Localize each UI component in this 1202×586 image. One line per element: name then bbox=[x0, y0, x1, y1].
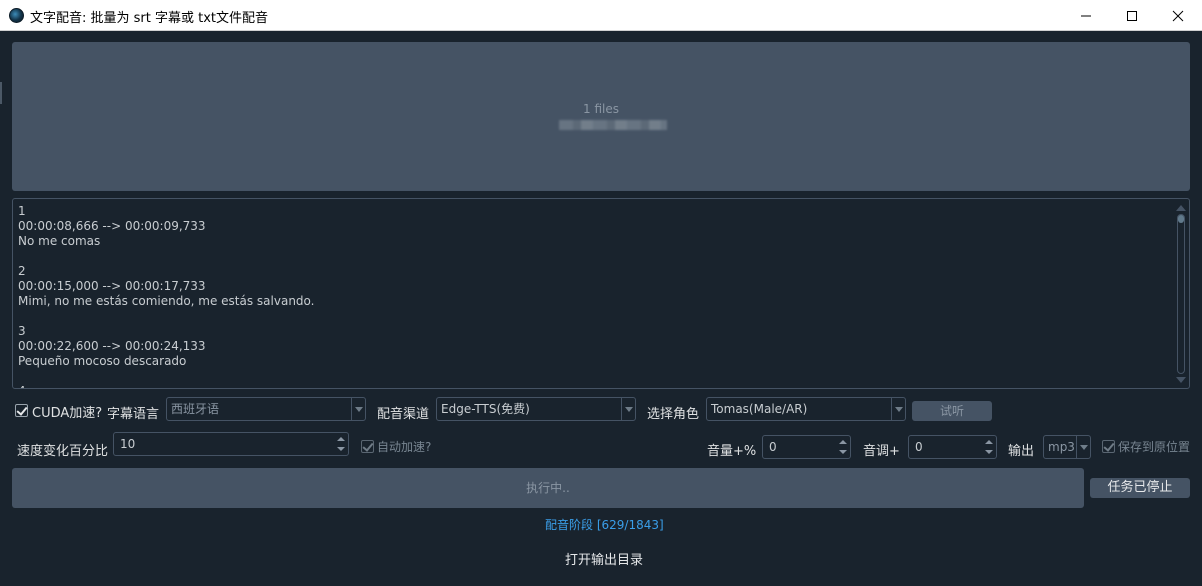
scroll-up-icon[interactable] bbox=[1176, 205, 1186, 211]
blurred-file-name bbox=[559, 120, 667, 130]
chevron-down-icon bbox=[1076, 436, 1090, 458]
cuda-checkbox[interactable] bbox=[15, 404, 28, 417]
chevron-down-icon bbox=[621, 398, 635, 420]
volume-label: 音量+% bbox=[707, 444, 757, 459]
scroll-thumb[interactable] bbox=[1178, 215, 1184, 223]
side-handle bbox=[0, 82, 2, 104]
voice-role-label: 选择角色 bbox=[647, 407, 700, 422]
auto-speed-label: 自动加速? bbox=[377, 440, 432, 454]
dubbing-channel-select[interactable]: Edge-TTS(免费) bbox=[436, 397, 636, 421]
volume-input[interactable]: 0 bbox=[762, 435, 851, 459]
cuda-label: CUDA加速? bbox=[32, 406, 103, 421]
subtitle-text: 1 00:00:08,666 --> 00:00:09,733 No me co… bbox=[18, 204, 315, 388]
auto-speed-checkbox[interactable] bbox=[361, 440, 374, 453]
subtitle-language-label: 字幕语言 bbox=[107, 407, 160, 422]
speed-percent-label: 速度变化百分比 bbox=[17, 444, 109, 459]
progress-status: 配音阶段 [629/1843] bbox=[545, 518, 664, 532]
speed-percent-input[interactable]: 10 bbox=[113, 432, 349, 456]
preview-button[interactable]: 试听 bbox=[912, 401, 992, 421]
stop-task-button[interactable]: 任务已停止 bbox=[1090, 478, 1190, 498]
subtitle-text-area[interactable]: 1 00:00:08,666 --> 00:00:09,733 No me co… bbox=[12, 198, 1190, 389]
chevron-down-icon bbox=[891, 398, 905, 420]
app-logo-icon bbox=[9, 8, 24, 23]
close-icon bbox=[1172, 10, 1184, 21]
vertical-scrollbar[interactable] bbox=[1175, 202, 1187, 386]
close-button[interactable] bbox=[1155, 0, 1201, 31]
minimize-button[interactable] bbox=[1063, 0, 1109, 31]
run-button[interactable]: 执行中.. bbox=[12, 468, 1084, 508]
save-original-label: 保存到原位置 bbox=[1118, 440, 1191, 454]
dubbing-channel-label: 配音渠道 bbox=[377, 407, 430, 422]
file-drop-zone[interactable]: 1 files bbox=[12, 42, 1190, 191]
voice-role-select[interactable]: Tomas(Male/AR) bbox=[706, 397, 906, 421]
volume-value: 0 bbox=[769, 440, 777, 454]
save-original-checkbox[interactable] bbox=[1102, 440, 1115, 453]
output-format-select[interactable]: mp3 bbox=[1043, 435, 1091, 459]
scroll-down-icon[interactable] bbox=[1176, 377, 1186, 383]
scroll-track[interactable] bbox=[1177, 214, 1185, 374]
chevron-down-icon bbox=[351, 398, 365, 420]
minimize-icon bbox=[1081, 15, 1091, 16]
maximize-button[interactable] bbox=[1109, 0, 1155, 31]
maximize-icon bbox=[1127, 10, 1137, 21]
stepper-arrows-icon[interactable] bbox=[838, 438, 848, 456]
title-bar: 文字配音: 批量为 srt 字幕或 txt文件配音 bbox=[0, 0, 1202, 31]
pitch-label: 音调+ bbox=[863, 444, 900, 459]
voice-role-value: Tomas(Male/AR) bbox=[711, 402, 808, 416]
dubbing-channel-value: Edge-TTS(免费) bbox=[441, 402, 530, 416]
pitch-value: 0 bbox=[915, 440, 923, 454]
stepper-arrows-icon[interactable] bbox=[336, 435, 346, 453]
window-title: 文字配音: 批量为 srt 字幕或 txt文件配音 bbox=[30, 11, 269, 26]
speed-percent-value: 10 bbox=[120, 437, 136, 451]
output-format-label: 输出 bbox=[1008, 444, 1035, 459]
subtitle-language-value: 西班牙语 bbox=[171, 402, 220, 416]
file-count: 1 files bbox=[583, 102, 619, 116]
open-output-dir-button[interactable]: 打开输出目录 bbox=[565, 549, 643, 568]
subtitle-language-select[interactable]: 西班牙语 bbox=[166, 397, 366, 421]
stepper-arrows-icon[interactable] bbox=[984, 438, 994, 456]
pitch-input[interactable]: 0 bbox=[908, 435, 997, 459]
output-format-value: mp3 bbox=[1048, 440, 1075, 454]
